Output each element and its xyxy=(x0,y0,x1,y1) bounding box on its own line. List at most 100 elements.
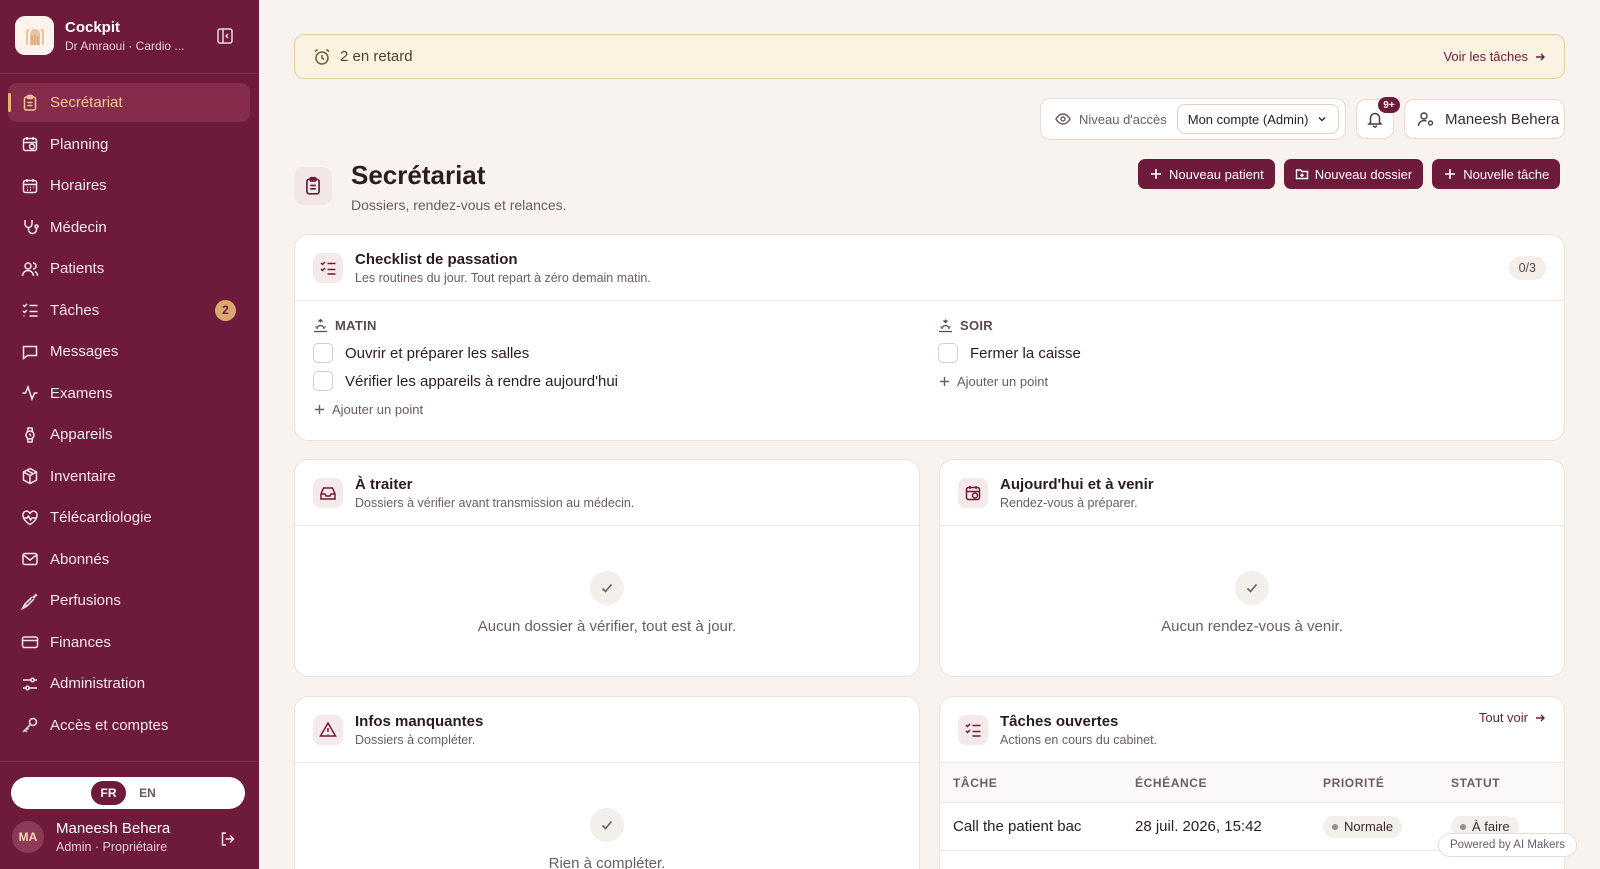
sidebar-item-horaires[interactable]: Horaires xyxy=(8,166,250,205)
access-level-select[interactable]: Mon compte (Admin) xyxy=(1176,104,1339,134)
checkbox[interactable] xyxy=(313,371,333,391)
powered-by-badge[interactable]: Powered by AI Makers xyxy=(1438,833,1578,857)
alert-text: 2 en retard xyxy=(340,48,413,65)
sidebar-item-label: Patients xyxy=(50,260,105,277)
sidebar-item-label: Médecin xyxy=(50,218,107,236)
checklist-item[interactable]: Ouvrir et préparer les salles xyxy=(313,339,913,367)
heart-pulse-icon xyxy=(22,509,38,525)
evening-label: SOIR xyxy=(938,318,1538,333)
sidebar-item-administration[interactable]: Administration xyxy=(8,664,250,703)
access-level-label: Niveau d'accès xyxy=(1079,111,1167,127)
new-patient-button[interactable]: Nouveau patient xyxy=(1138,159,1275,189)
sidebar-item-planning[interactable]: Planning xyxy=(8,125,250,164)
logout-icon[interactable] xyxy=(219,830,237,848)
sidebar-item-messages[interactable]: Messages xyxy=(8,332,250,371)
card-header: Aujourd'hui et à venir Rendez-vous à pré… xyxy=(940,460,1564,526)
activity-icon xyxy=(22,384,38,402)
lang-fr-button[interactable]: FR xyxy=(91,781,126,805)
sidebar-item-abonnes[interactable]: Abonnés xyxy=(8,540,250,579)
brand[interactable]: Cockpit Dr Amraoui · Cardio ... xyxy=(15,16,184,55)
add-evening-item-button[interactable]: Ajouter un point xyxy=(938,367,1538,395)
priority-cell: Normale xyxy=(1323,815,1451,838)
clipboard-icon xyxy=(294,167,332,205)
column-header[interactable]: TÂCHE xyxy=(940,776,1135,790)
sidebar-item-taches[interactable]: Tâches 2 xyxy=(8,291,250,330)
sidebar-item-label: Administration xyxy=(50,675,146,692)
sidebar-item-telecardiologie[interactable]: Télécardiologie xyxy=(8,498,250,537)
sidebar-item-label: Tâches xyxy=(50,301,100,319)
avatar: MA xyxy=(12,821,44,853)
to-process-card: À traiter Dossiers à vérifier avant tran… xyxy=(294,459,920,677)
clipboard-icon xyxy=(23,94,37,111)
morning-section: MATIN Ouvrir et préparer les salles Véri… xyxy=(313,318,913,423)
page-subtitle: Dossiers, rendez-vous et relances. xyxy=(351,197,567,213)
current-user: MA Maneesh Behera Admin · Propriétaire xyxy=(12,820,170,854)
card-subtitle: Les routines du jour. Tout repart à zéro… xyxy=(355,270,651,285)
plus-icon xyxy=(314,404,325,414)
sidebar-item-label: Examens xyxy=(50,384,113,402)
column-header[interactable]: STATUT xyxy=(1451,776,1500,790)
checkbox[interactable] xyxy=(313,343,333,363)
sidebar-item-label: Accès et comptes xyxy=(50,716,169,734)
checklist-item-label: Fermer la caisse xyxy=(970,344,1081,362)
plus-icon xyxy=(939,376,950,386)
notifications-button[interactable]: 9+ xyxy=(1356,97,1400,139)
sidebar-item-finances[interactable]: Finances xyxy=(8,623,250,662)
sidebar-item-inventaire[interactable]: Inventaire xyxy=(8,457,250,496)
checklist-counter: 0/3 xyxy=(1508,256,1546,280)
add-morning-item-button[interactable]: Ajouter un point xyxy=(313,395,913,423)
sunset-icon xyxy=(939,319,952,333)
sidebar: Cockpit Dr Amraoui · Cardio ... Secrétar… xyxy=(0,0,259,869)
notification-count-badge: 9+ xyxy=(1378,97,1400,113)
column-header[interactable]: PRIORITÉ xyxy=(1323,776,1451,790)
checkbox[interactable] xyxy=(938,343,958,363)
sidebar-item-acces-comptes[interactable]: Accès et comptes xyxy=(8,706,250,745)
lang-en-button[interactable]: EN xyxy=(130,781,165,805)
syringe-icon xyxy=(21,592,38,610)
see-all-tasks-link[interactable]: Tout voir xyxy=(1479,710,1546,725)
sidebar-collapse-icon[interactable] xyxy=(216,27,234,45)
sidebar-nav: Secrétariat Planning Horaires Médecin Pa… xyxy=(8,83,250,747)
priority-badge: Normale xyxy=(1323,815,1403,838)
sunrise-icon xyxy=(314,318,327,333)
card-header: À traiter Dossiers à vérifier avant tran… xyxy=(295,460,919,526)
sidebar-item-medecin[interactable]: Médecin xyxy=(8,208,250,247)
empty-text: Aucun rendez-vous à venir. xyxy=(1161,618,1343,635)
sidebar-item-label: Abonnés xyxy=(50,550,110,568)
user-menu-button[interactable]: Maneesh Behera xyxy=(1404,99,1565,139)
sidebar-item-label: Inventaire xyxy=(50,467,116,485)
card-header: Infos manquantes Dossiers à compléter. xyxy=(295,697,919,763)
card-title: Checklist de passation xyxy=(355,250,518,268)
checklist-item[interactable]: Vérifier les appareils à rendre aujourd'… xyxy=(313,367,913,395)
user-cog-icon xyxy=(1417,112,1434,127)
column-header[interactable]: ÉCHÉANCE xyxy=(1135,776,1323,790)
bell-icon xyxy=(1367,112,1383,128)
message-square-icon xyxy=(22,345,38,360)
sidebar-item-secretariat[interactable]: Secrétariat xyxy=(8,83,250,122)
handover-checklist-card: Checklist de passation Les routines du j… xyxy=(294,234,1565,441)
alert-triangle-icon xyxy=(313,714,343,745)
checklist-item[interactable]: Fermer la caisse xyxy=(938,339,1538,367)
new-file-button[interactable]: Nouveau dossier xyxy=(1283,159,1424,189)
calendar-icon xyxy=(22,178,38,193)
new-file-label: Nouveau dossier xyxy=(1314,166,1413,182)
new-patient-label: Nouveau patient xyxy=(1169,166,1264,182)
page-title: Secrétariat xyxy=(351,160,486,190)
divider xyxy=(0,73,259,74)
list-checks-icon xyxy=(313,252,343,283)
view-tasks-link[interactable]: Voir les tâches xyxy=(1443,49,1546,64)
inbox-icon xyxy=(313,477,343,508)
new-task-button[interactable]: Nouvelle tâche xyxy=(1432,159,1561,189)
checklist-item-label: Ouvrir et préparer les salles xyxy=(345,344,530,362)
sidebar-item-perfusions[interactable]: Perfusions xyxy=(8,581,250,620)
empty-text: Aucun dossier à vérifier, tout est à jou… xyxy=(477,618,737,635)
sidebar-item-label: Messages xyxy=(50,343,119,360)
sidebar-item-appareils[interactable]: Appareils xyxy=(8,415,250,454)
due-cell: 28 juil. 2026, 15:42 xyxy=(1135,818,1262,835)
sidebar-item-patients[interactable]: Patients xyxy=(8,249,250,288)
user-name: Maneesh Behera xyxy=(56,820,171,837)
user-role: Admin · Propriétaire xyxy=(56,840,168,854)
sidebar-item-examens[interactable]: Examens xyxy=(8,374,250,413)
package-icon xyxy=(22,467,38,485)
calendar-clock-icon xyxy=(958,477,988,508)
